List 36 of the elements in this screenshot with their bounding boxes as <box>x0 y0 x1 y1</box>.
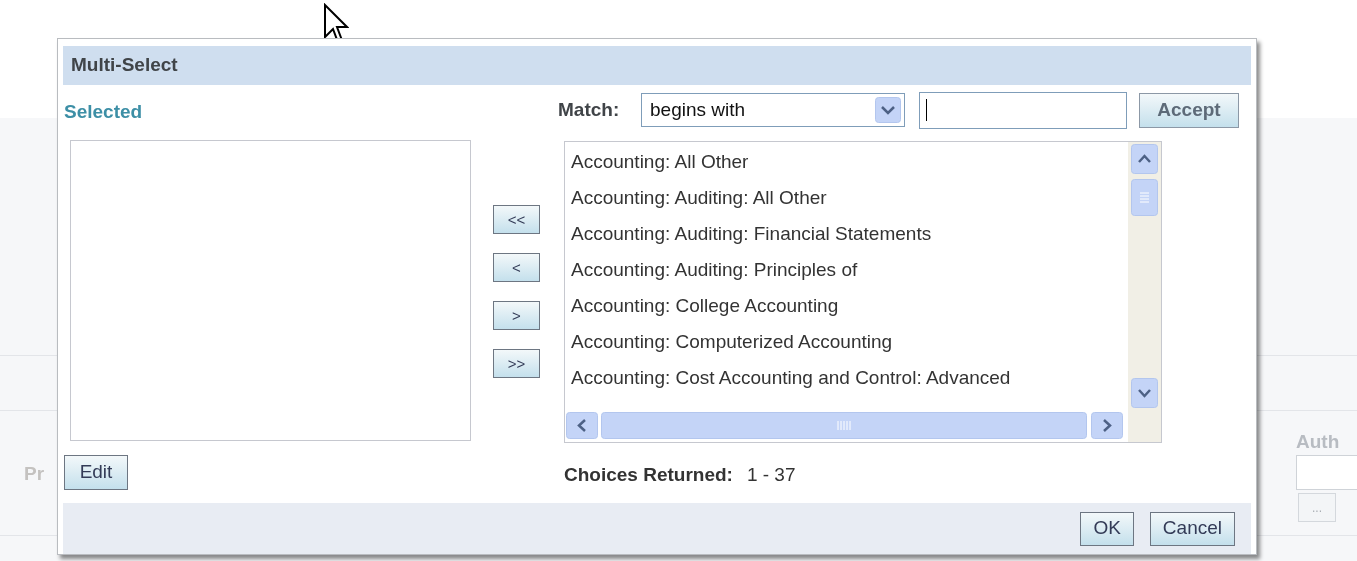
match-label: Match: <box>558 97 621 122</box>
field-label: Pr <box>24 462 45 486</box>
input-field[interactable] <box>1296 455 1357 490</box>
move-button[interactable]: << <box>493 204 540 234</box>
text-cursor <box>926 99 927 122</box>
dialog-button[interactable]: OK <box>1080 511 1134 546</box>
scroll-up-icon <box>1131 143 1158 174</box>
choice-item[interactable]: Accounting: Cost Accounting and Control: Advanced <box>570 359 1128 396</box>
move-button[interactable]: < <box>493 252 540 282</box>
match-dropdown[interactable]: begins with <box>641 93 905 128</box>
choices-returned-label: Choices Returned: <box>564 462 733 487</box>
field-label: Auth <box>1296 430 1340 454</box>
edit-button[interactable]: Edit <box>64 454 128 490</box>
move-button[interactable]: >> <box>493 348 540 378</box>
choice-item[interactable]: Accounting: Auditing: Principles of <box>570 251 1128 288</box>
vertical-scrollbar[interactable] <box>1128 141 1161 410</box>
choice-item[interactable]: Accounting: All Other <box>570 143 1128 180</box>
match-input[interactable] <box>919 91 1127 129</box>
horizontal-scrollbar[interactable] <box>565 409 1128 442</box>
choice-item[interactable]: Accounting: Auditing: Financial Statements <box>570 215 1128 252</box>
scroll-thumb[interactable] <box>1131 178 1158 216</box>
selected-list[interactable] <box>70 139 471 441</box>
accept-button[interactable]: Accept <box>1139 92 1239 128</box>
choices-returned-value: 1 - 37 <box>746 462 796 487</box>
scroll-thumb[interactable] <box>601 411 1087 439</box>
move-button[interactable]: > <box>493 300 540 330</box>
chevron-down-icon <box>875 97 901 124</box>
dialog-title: Multi-Select <box>71 53 178 78</box>
section-label: Selected <box>64 99 144 124</box>
choice-item[interactable]: Accounting: College Accounting <box>570 287 1128 324</box>
dialog-button[interactable]: Cancel <box>1149 511 1235 546</box>
scroll-left-icon <box>566 411 598 439</box>
scroll-right-icon <box>1091 411 1123 439</box>
choice-item[interactable]: Accounting: Auditing: All Other <box>570 179 1128 216</box>
scroll-down-icon <box>1131 377 1158 408</box>
choice-item[interactable]: Accounting: Computerized Accounting <box>570 323 1128 360</box>
